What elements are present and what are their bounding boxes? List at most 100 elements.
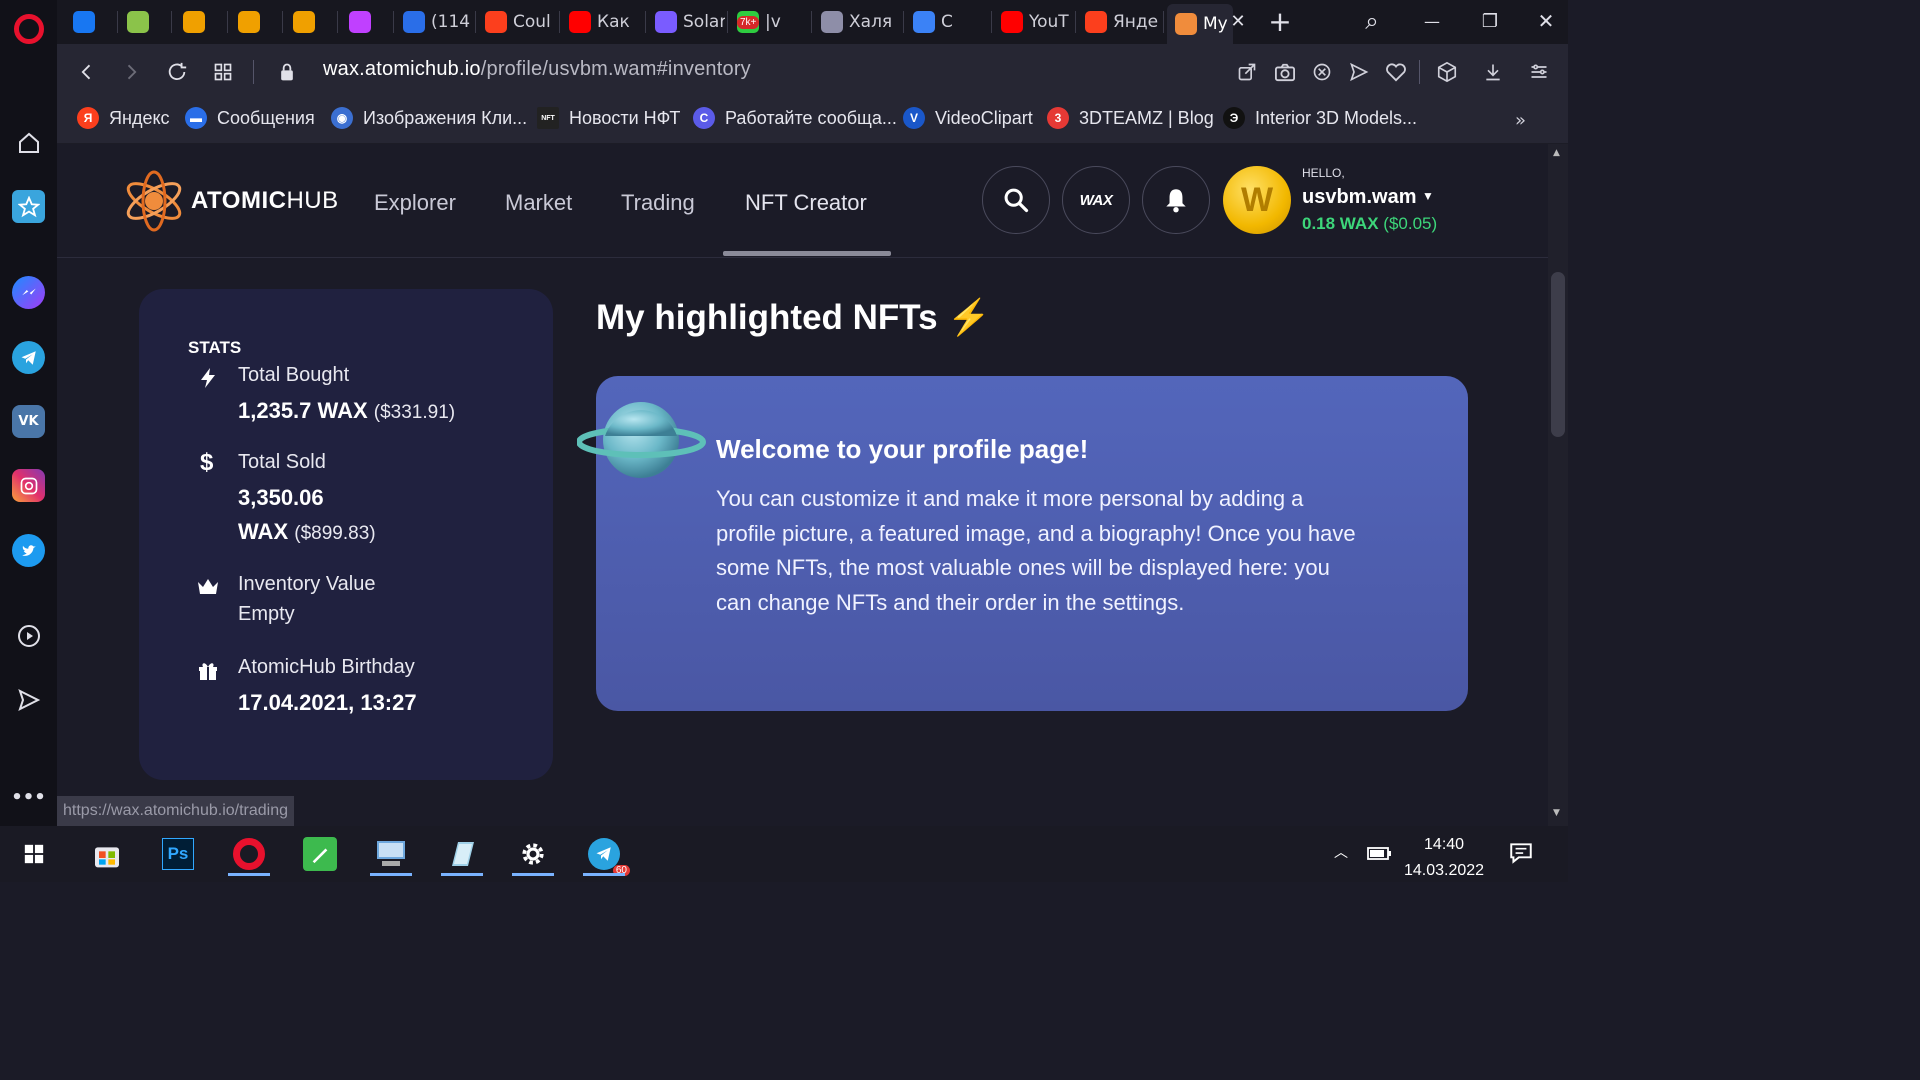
adblock-icon[interactable] bbox=[1308, 58, 1336, 86]
bookmarks-overflow-icon[interactable]: » bbox=[1515, 110, 1526, 131]
username-dropdown[interactable]: usvbm.wam ▼ bbox=[1302, 186, 1434, 209]
tab-label: Халя bbox=[849, 12, 893, 32]
instagram-icon[interactable] bbox=[12, 469, 45, 502]
tab-13[interactable]: YouT bbox=[993, 4, 1073, 40]
tab-2[interactable] bbox=[175, 4, 225, 40]
messenger-icon[interactable] bbox=[12, 276, 45, 309]
tab-8[interactable]: Как bbox=[561, 4, 643, 40]
tab-separator bbox=[282, 11, 283, 33]
bookmark-label: VideoClipart bbox=[935, 107, 1033, 128]
nav-market[interactable]: Market bbox=[505, 190, 572, 216]
bookmark-item[interactable]: ▬ Сообщения bbox=[185, 107, 315, 129]
wax-button[interactable]: WAX bbox=[1062, 166, 1130, 234]
stat-label: Inventory Value bbox=[238, 573, 376, 595]
camera-icon[interactable] bbox=[1271, 58, 1299, 86]
telegram-taskbar-icon[interactable]: 60 bbox=[579, 832, 630, 876]
battery-icon[interactable] bbox=[1366, 842, 1392, 868]
bookmark-item[interactable]: V VideoClipart bbox=[903, 107, 1033, 129]
bookmark-item[interactable]: 3 3DTEAMZ | Blog bbox=[1047, 107, 1214, 129]
tab-separator bbox=[903, 11, 904, 33]
page-scrollbar[interactable]: ▲ ▼ bbox=[1548, 144, 1568, 826]
close-window-icon[interactable]: ✕ bbox=[1531, 6, 1561, 36]
divider bbox=[1419, 60, 1420, 84]
photoshop-icon[interactable]: Ps bbox=[153, 832, 203, 876]
stat-value-wax-1: 3,350.06 bbox=[238, 485, 324, 510]
forward-icon[interactable] bbox=[117, 58, 145, 86]
vk-icon[interactable]: VK bbox=[12, 405, 45, 438]
tray-chevron-icon[interactable]: ︿ bbox=[1334, 842, 1348, 862]
bookmark-item[interactable]: ◉ Изображения Кли... bbox=[331, 107, 527, 129]
bell-icon bbox=[1166, 189, 1186, 213]
bookmark-item[interactable]: C Работайте сообща... bbox=[693, 107, 897, 129]
share-icon[interactable] bbox=[1233, 58, 1261, 86]
frog-icon bbox=[127, 11, 149, 33]
settings-gear-icon[interactable] bbox=[508, 832, 558, 876]
ms-store-icon[interactable] bbox=[82, 832, 132, 876]
notifications-button[interactable] bbox=[1142, 166, 1210, 234]
tab-4[interactable] bbox=[285, 4, 335, 40]
remote-desktop-icon[interactable] bbox=[366, 832, 416, 876]
windows-start-icon[interactable] bbox=[9, 832, 59, 876]
scrollbar-thumb[interactable] bbox=[1551, 272, 1565, 437]
search-button[interactable] bbox=[982, 166, 1050, 234]
wax-coin-avatar[interactable]: W bbox=[1223, 166, 1291, 234]
tab-3[interactable] bbox=[230, 4, 280, 40]
tab-5[interactable] bbox=[341, 4, 391, 40]
nav-nft-creator[interactable]: NFT Creator bbox=[745, 190, 867, 216]
lock-icon[interactable] bbox=[273, 58, 301, 86]
notifications-center-icon[interactable] bbox=[1508, 840, 1534, 870]
bookmark-item[interactable]: NFT Новости НФТ bbox=[537, 107, 680, 129]
dollar-icon: $ bbox=[200, 449, 214, 476]
tab-14[interactable]: Янде bbox=[1077, 4, 1161, 40]
restore-icon[interactable]: ❐ bbox=[1475, 6, 1505, 36]
scroll-down-icon[interactable]: ▼ bbox=[1553, 808, 1560, 818]
opera-taskbar-icon[interactable] bbox=[224, 832, 274, 876]
file-app-icon[interactable] bbox=[437, 832, 487, 876]
send-tab-icon[interactable] bbox=[1345, 58, 1373, 86]
heart-icon[interactable] bbox=[1382, 58, 1410, 86]
easy-setup-icon[interactable] bbox=[1525, 58, 1553, 86]
back-icon[interactable] bbox=[73, 58, 101, 86]
extensions-cube-icon[interactable] bbox=[1433, 58, 1461, 86]
atomichub-logo[interactable]: ATOMICHUB bbox=[121, 168, 339, 234]
reload-icon[interactable] bbox=[163, 58, 191, 86]
nav-explorer[interactable]: Explorer bbox=[374, 190, 456, 216]
minimize-icon[interactable]: — bbox=[1417, 6, 1447, 36]
bookmarks-bar: » Я Яндекс ▬ Сообщения ◉ Изображения Кли... NF… bbox=[57, 100, 1568, 144]
nft-icon: NFT bbox=[537, 107, 559, 129]
tab-0[interactable] bbox=[65, 4, 115, 40]
planet-icon bbox=[577, 402, 706, 478]
nav-trading[interactable]: Trading bbox=[621, 190, 695, 216]
download-icon[interactable] bbox=[1479, 58, 1507, 86]
yandex-icon bbox=[485, 11, 507, 33]
tab-label: Янде bbox=[1113, 12, 1159, 32]
close-tab-icon[interactable]: ✕ bbox=[1223, 6, 1253, 36]
scroll-up-icon[interactable]: ▲ bbox=[1553, 148, 1560, 158]
more-icon[interactable]: ••• bbox=[11, 781, 46, 814]
active-indicator bbox=[441, 873, 483, 876]
tab-12[interactable]: C bbox=[905, 4, 989, 40]
telegram-icon[interactable] bbox=[12, 341, 45, 374]
new-tab-icon[interactable]: + bbox=[1265, 5, 1295, 38]
tab-7[interactable]: Coul bbox=[477, 4, 557, 40]
twitter-icon[interactable] bbox=[12, 534, 45, 567]
birthday-value: 17.04.2021, 13:27 bbox=[238, 690, 417, 715]
tab-11[interactable]: Халя bbox=[813, 4, 901, 40]
bookmark-item[interactable]: Я Яндекс bbox=[77, 107, 170, 129]
url-field[interactable]: wax.atomichub.io/profile/usvbm.wam#inven… bbox=[323, 58, 751, 81]
speed-dial-icon[interactable] bbox=[209, 58, 237, 86]
player-icon[interactable] bbox=[12, 619, 45, 652]
bookmarks-star-icon[interactable] bbox=[12, 190, 45, 223]
home-icon[interactable] bbox=[12, 126, 45, 159]
notes-app-icon[interactable] bbox=[295, 832, 345, 876]
send-icon[interactable] bbox=[12, 683, 45, 716]
tab-1[interactable] bbox=[119, 4, 169, 40]
tab-9[interactable]: Solar bbox=[647, 4, 725, 40]
balance-usd: ($0.05) bbox=[1383, 214, 1438, 233]
opera-logo-icon[interactable] bbox=[14, 14, 44, 44]
bookmark-item[interactable]: Э Interior 3D Models... bbox=[1223, 107, 1417, 129]
tab-search-icon[interactable]: ⌕ bbox=[1357, 6, 1387, 36]
system-clock[interactable]: 14:40 14.03.2022 bbox=[1404, 832, 1484, 884]
tab-separator bbox=[811, 11, 812, 33]
tab-6[interactable]: (114 bbox=[395, 4, 473, 40]
